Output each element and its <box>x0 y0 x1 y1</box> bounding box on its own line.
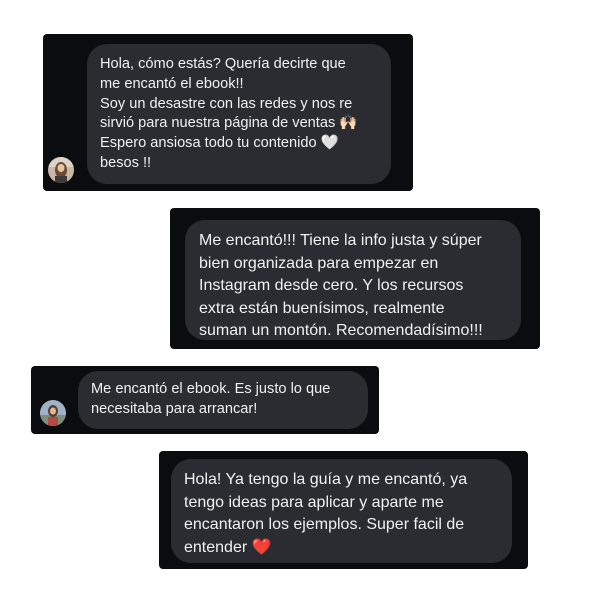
avatar-photo-icon <box>48 157 74 183</box>
message-card: Me encantó!!! Tiene la info justa y súpe… <box>170 208 540 349</box>
sender-avatar[interactable] <box>48 157 74 183</box>
message-card: Hola, cómo estás? Quería decirte que me … <box>43 34 413 191</box>
message-bubble: Me encantó!!! Tiene la info justa y súpe… <box>185 220 521 340</box>
sender-avatar[interactable] <box>40 400 66 426</box>
message-card: Hola! Ya tengo la guía y me encantó, ya … <box>159 451 528 569</box>
message-bubble: Hola! Ya tengo la guía y me encantó, ya … <box>171 459 512 563</box>
message-bubble: Me encantó el ebook. Es justo lo que nec… <box>78 371 368 429</box>
message-card: Me encantó el ebook. Es justo lo que nec… <box>31 366 379 434</box>
message-bubble: Hola, cómo estás? Quería decirte que me … <box>87 44 391 184</box>
testimonials-page: Hola, cómo estás? Quería decirte que me … <box>0 0 600 600</box>
avatar-photo-icon <box>40 400 66 426</box>
